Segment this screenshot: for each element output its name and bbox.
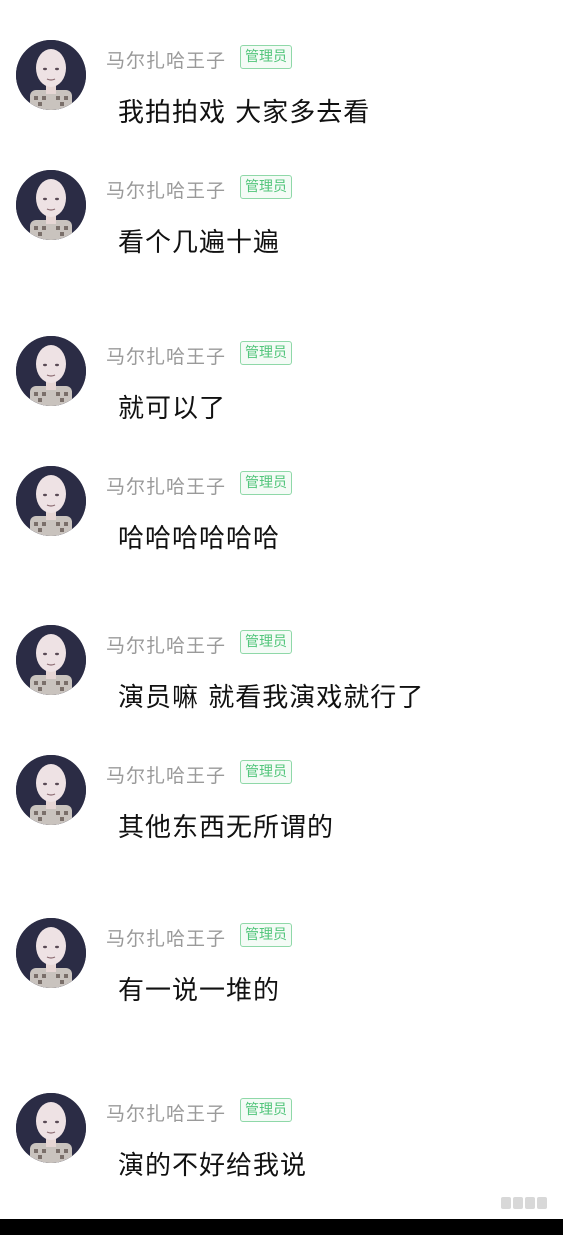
bald-character-icon — [16, 170, 86, 240]
bald-character-icon — [16, 40, 86, 110]
avatar[interactable] — [16, 40, 86, 110]
admin-badge: 管理员 — [240, 1098, 292, 1122]
avatar[interactable] — [16, 336, 86, 406]
username[interactable]: 马尔扎哈王子 — [106, 46, 226, 73]
username[interactable]: 马尔扎哈王子 — [106, 472, 226, 499]
message-text: 其他东西无所谓的 — [118, 813, 335, 843]
avatar[interactable] — [16, 170, 86, 240]
username[interactable]: 马尔扎哈王子 — [106, 1099, 226, 1126]
admin-badge: 管理员 — [240, 45, 292, 69]
message-text: 我拍拍戏 大家多去看 — [118, 98, 371, 128]
message-text: 演员嘛 就看我演戏就行了 — [118, 683, 425, 713]
avatar[interactable] — [16, 1093, 86, 1163]
admin-badge: 管理员 — [240, 471, 292, 495]
message-text: 演的不好给我说 — [118, 1151, 308, 1181]
admin-badge: 管理员 — [240, 760, 292, 784]
username[interactable]: 马尔扎哈王子 — [106, 761, 226, 788]
username[interactable]: 马尔扎哈王子 — [106, 631, 226, 658]
bald-character-icon — [16, 625, 86, 695]
bald-character-icon — [16, 755, 86, 825]
bald-character-icon — [16, 1093, 86, 1163]
avatar[interactable] — [16, 755, 86, 825]
username[interactable]: 马尔扎哈王子 — [106, 924, 226, 951]
message-text: 哈哈哈哈哈哈 — [118, 524, 281, 554]
bald-character-icon — [16, 466, 86, 536]
username[interactable]: 马尔扎哈王子 — [106, 176, 226, 203]
avatar[interactable] — [16, 625, 86, 695]
avatar[interactable] — [16, 918, 86, 988]
message-text: 看个几遍十遍 — [118, 228, 281, 258]
bald-character-icon — [16, 336, 86, 406]
message-text: 有一说一堆的 — [118, 976, 281, 1006]
admin-badge: 管理员 — [240, 923, 292, 947]
message-text: 就可以了 — [118, 394, 227, 424]
username[interactable]: 马尔扎哈王子 — [106, 342, 226, 369]
avatar[interactable] — [16, 466, 86, 536]
bottom-bar — [0, 1219, 563, 1235]
admin-badge: 管理员 — [240, 630, 292, 654]
weibo-watermark-icon — [499, 1193, 549, 1213]
admin-badge: 管理员 — [240, 175, 292, 199]
admin-badge: 管理员 — [240, 341, 292, 365]
bald-character-icon — [16, 918, 86, 988]
